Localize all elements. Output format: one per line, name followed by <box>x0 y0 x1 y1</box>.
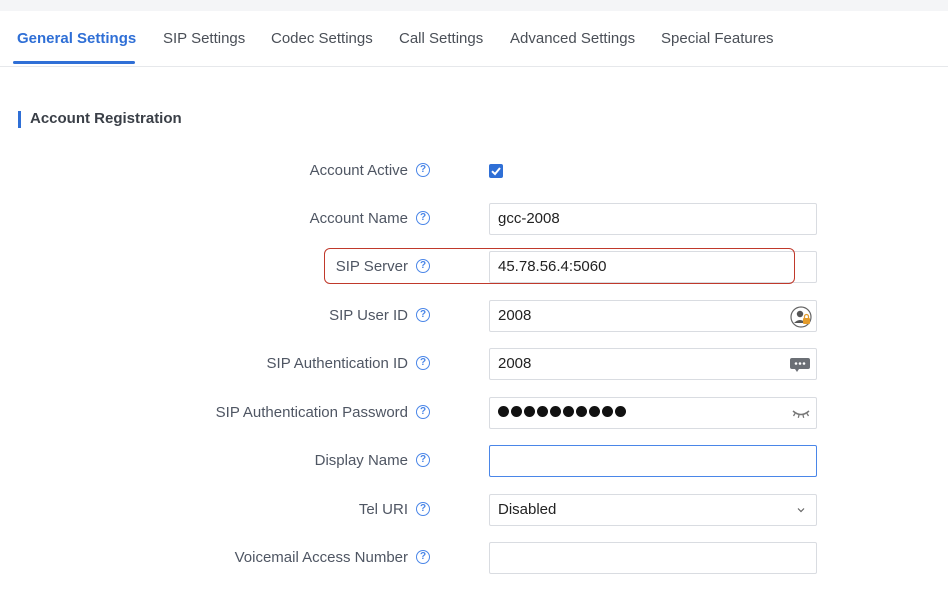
password-dot <box>550 406 561 417</box>
help-icon[interactable]: ? <box>416 405 430 419</box>
chevron-down-icon <box>797 508 805 513</box>
password-dot <box>511 406 522 417</box>
display-name-label: Display Name <box>314 452 408 469</box>
help-icon[interactable]: ? <box>416 502 430 516</box>
autofill-icon[interactable] <box>788 354 812 374</box>
sip-auth-password-input[interactable] <box>489 397 817 429</box>
sip-server-value: 45.78.56.4:5060 <box>498 258 607 275</box>
active-tab-indicator <box>13 61 135 64</box>
password-dot <box>602 406 613 417</box>
password-dot <box>498 406 509 417</box>
password-dot <box>524 406 535 417</box>
row-sip-user-id: SIP User ID ? 2008 <box>0 300 948 332</box>
sip-user-id-label: SIP User ID <box>329 307 408 324</box>
password-mask <box>498 406 626 417</box>
help-icon[interactable]: ? <box>416 356 430 370</box>
tel-uri-value: Disabled <box>498 501 557 518</box>
help-icon[interactable]: ? <box>416 308 430 322</box>
sip-server-label: SIP Server <box>335 258 408 275</box>
sip-auth-id-label: SIP Authentication ID <box>266 355 408 372</box>
tab-special-features[interactable]: Special Features <box>661 11 774 66</box>
top-strip <box>0 0 948 11</box>
account-name-label: Account Name <box>309 210 408 227</box>
help-icon[interactable]: ? <box>416 550 430 564</box>
help-icon[interactable]: ? <box>416 259 430 273</box>
settings-tab-bar: General Settings SIP Settings Codec Sett… <box>0 11 948 67</box>
tab-general-settings[interactable]: General Settings <box>17 11 136 66</box>
account-active-checkbox[interactable] <box>489 164 503 178</box>
password-dot <box>576 406 587 417</box>
eye-closed-icon[interactable] <box>790 404 812 422</box>
sip-user-id-input[interactable]: 2008 <box>489 300 817 332</box>
display-name-input[interactable] <box>489 445 817 477</box>
password-dot <box>589 406 600 417</box>
section-accent-bar <box>18 111 21 128</box>
help-icon[interactable]: ? <box>416 211 430 225</box>
row-sip-server: SIP Server ? 45.78.56.4:5060 <box>0 251 948 283</box>
row-display-name: Display Name ? <box>0 445 948 477</box>
row-voicemail-access-number: Voicemail Access Number ? <box>0 542 948 574</box>
row-sip-auth-password: SIP Authentication Password ? <box>0 397 948 429</box>
sip-auth-id-input[interactable]: 2008 <box>489 348 817 380</box>
row-account-active: Account Active ? <box>0 155 948 187</box>
account-name-value: gcc-2008 <box>498 210 560 227</box>
voicemail-access-number-input[interactable] <box>489 542 817 574</box>
sip-server-input[interactable]: 45.78.56.4:5060 <box>489 251 817 283</box>
tab-codec-settings[interactable]: Codec Settings <box>271 11 373 66</box>
sip-auth-id-value: 2008 <box>498 355 532 372</box>
voicemail-access-number-label: Voicemail Access Number <box>234 549 408 566</box>
help-icon[interactable]: ? <box>416 453 430 467</box>
password-dot <box>537 406 548 417</box>
tab-sip-settings[interactable]: SIP Settings <box>163 11 245 66</box>
account-name-input[interactable]: gcc-2008 <box>489 203 817 235</box>
password-dot <box>563 406 574 417</box>
tab-advanced-settings[interactable]: Advanced Settings <box>510 11 635 66</box>
row-account-name: Account Name ? gcc-2008 <box>0 203 948 235</box>
checkmark-icon <box>491 167 501 176</box>
tel-uri-select[interactable]: Disabled <box>489 494 817 526</box>
sip-user-id-value: 2008 <box>498 307 532 324</box>
row-sip-auth-id: SIP Authentication ID ? 2008 <box>0 348 948 380</box>
password-dot <box>615 406 626 417</box>
row-tel-uri: Tel URI ? Disabled <box>0 494 948 526</box>
help-icon[interactable]: ? <box>416 163 430 177</box>
account-active-label: Account Active <box>309 162 408 179</box>
section-title: Account Registration <box>30 110 182 127</box>
tab-call-settings[interactable]: Call Settings <box>399 11 483 66</box>
tel-uri-label: Tel URI <box>358 501 408 518</box>
sip-auth-password-label: SIP Authentication Password <box>215 404 408 421</box>
password-manager-icon[interactable] <box>790 306 812 328</box>
